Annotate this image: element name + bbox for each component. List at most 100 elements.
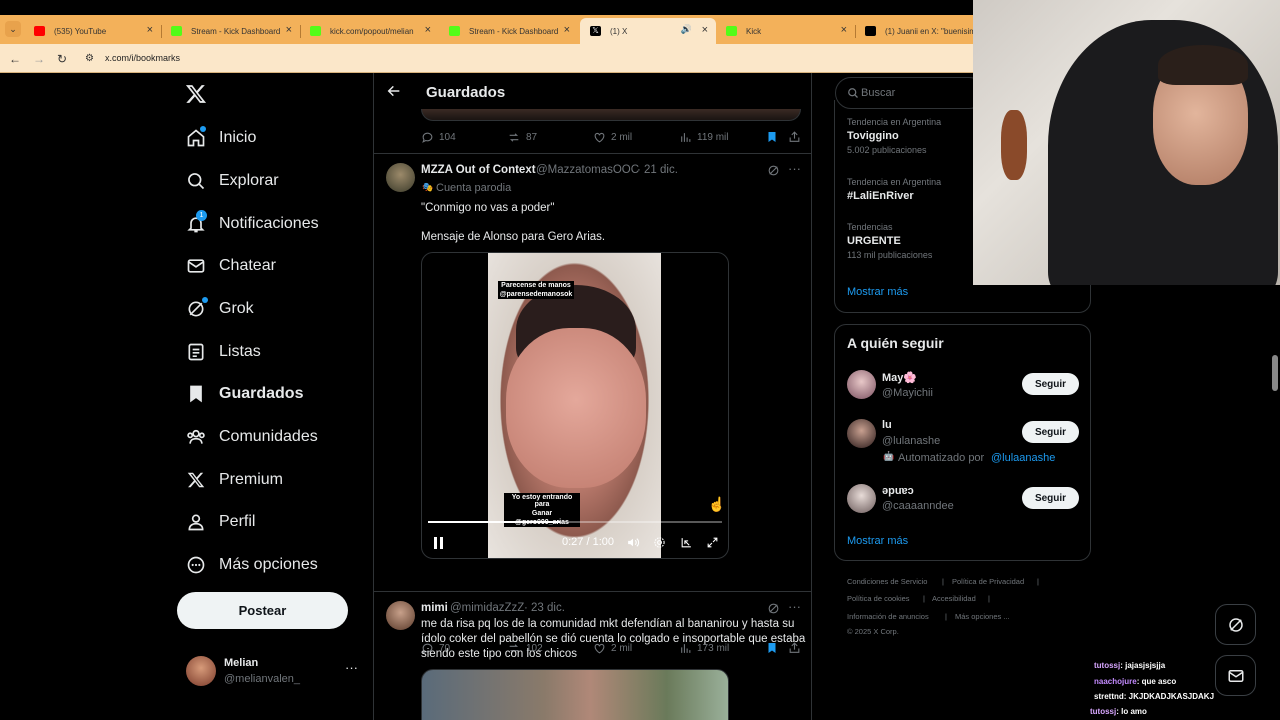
avatar[interactable] (386, 163, 415, 192)
footer-link[interactable]: Accesibilidad (932, 594, 976, 603)
volume-icon[interactable] (626, 536, 640, 549)
reload-icon[interactable]: ↻ (57, 52, 67, 66)
profile-switcher[interactable]: ··· (180, 650, 370, 692)
trend-name: #LaliEnRiver (847, 190, 914, 202)
show-more-link[interactable]: Mostrar más (847, 286, 908, 298)
more-dots-icon[interactable]: ··· (788, 161, 801, 176)
nav-item-explorar[interactable]: Explorar (185, 166, 279, 196)
browser-tab[interactable]: Stream - Kick Dashboard × (161, 18, 301, 44)
footer-link[interactable]: Más opciones ... (955, 612, 1010, 621)
settings-icon[interactable] (653, 536, 666, 549)
avatar[interactable] (847, 484, 876, 513)
pip-icon[interactable] (680, 536, 693, 549)
site-info-icon[interactable]: ⚙ (85, 53, 94, 64)
footer-copyright: © 2025 X Corp. (847, 627, 899, 636)
tweet-date[interactable]: · 23 dic. (524, 602, 565, 614)
video-progress-track[interactable] (428, 521, 722, 523)
share-icon[interactable] (788, 130, 806, 144)
nav-label: Guardados (219, 385, 304, 402)
avatar[interactable] (847, 370, 876, 399)
close-tab-icon[interactable]: × (841, 24, 847, 36)
views-button[interactable]: 119 mil (679, 131, 729, 144)
back-arrow-icon[interactable]: ← (9, 52, 21, 66)
close-tab-icon[interactable]: × (564, 24, 570, 36)
nav-item-comunidades[interactable]: Comunidades (185, 422, 318, 452)
grok-fab[interactable] (1215, 604, 1256, 645)
browser-tab[interactable]: (1) Juanii en X: "buenisim (855, 18, 973, 44)
follow-user-name[interactable]: lu (882, 419, 892, 431)
tweet-media[interactable] (421, 669, 729, 720)
repost-button[interactable]: 87 (507, 131, 537, 144)
grok-icon[interactable] (767, 164, 780, 177)
back-arrow-icon[interactable] (386, 83, 402, 99)
bookmark-icon[interactable] (766, 130, 783, 144)
more-dots-icon[interactable]: ··· (788, 599, 801, 614)
browser-tab[interactable]: kick.com/popout/melian × (300, 18, 439, 44)
close-tab-icon[interactable]: × (147, 24, 153, 36)
footer-link[interactable]: Política de cookies (847, 594, 910, 603)
nav-item-perfil[interactable]: Perfil (185, 507, 255, 537)
browser-tab-active[interactable]: 𝕏 (1) X 🔊 × (580, 18, 716, 44)
messages-fab[interactable] (1215, 655, 1256, 696)
previous-post-media[interactable] (421, 109, 801, 121)
like-button[interactable]: 2 mil (593, 131, 632, 144)
nav-item-guardados[interactable]: Guardados (185, 379, 303, 409)
footer-link[interactable]: Información de anuncios (847, 612, 929, 621)
fullscreen-icon[interactable] (706, 536, 719, 549)
follow-user-handle[interactable]: @caaaanndee (882, 500, 954, 512)
tab-list-button[interactable]: ⌄ (5, 21, 21, 37)
chat-text: : jajasjsjsjja (1120, 661, 1166, 670)
close-tab-icon[interactable]: × (286, 24, 292, 36)
tweet-card[interactable]: mimi @mimidazZzZ · 23 dic. ··· me da ris… (374, 592, 811, 720)
nav-item-notificaciones[interactable]: Notificaciones 1 (185, 209, 319, 239)
tweet-date[interactable]: · 21 dic. (637, 164, 678, 176)
pause-icon[interactable] (434, 537, 444, 549)
nav-item-mas-opciones[interactable]: Más opciones (185, 550, 318, 580)
footer-link[interactable]: Política de Privacidad (952, 577, 1024, 586)
nav-item-inicio[interactable]: Inicio (185, 123, 256, 153)
forward-arrow-icon[interactable]: → (33, 52, 45, 66)
follow-button[interactable]: Seguir (1022, 373, 1079, 395)
browser-tab[interactable]: Kick × (716, 18, 856, 44)
page-scrollbar[interactable] (1272, 355, 1278, 391)
nav-item-listas[interactable]: Listas (185, 337, 261, 367)
grok-icon[interactable] (767, 602, 780, 615)
tab-label: (535) YouTube (54, 26, 107, 36)
follow-user-handle[interactable]: @lulanashe (882, 435, 940, 447)
post-button[interactable]: Postear (177, 592, 348, 629)
trend-item[interactable]: Tendencias URGENTE 113 mil publicaciones (847, 222, 932, 260)
automated-by-link[interactable]: @lulaanashe (991, 452, 1055, 464)
search-icon (847, 87, 859, 99)
x-logo-icon[interactable] (185, 83, 207, 105)
url-text[interactable]: x.com/i/bookmarks (105, 53, 180, 63)
speaker-icon[interactable]: 🔊 (681, 24, 692, 35)
more-dots-icon: ··· (345, 660, 358, 675)
follow-user-handle[interactable]: @Mayichii (882, 387, 933, 399)
follow-user-name[interactable]: ǝpuɐɔ (882, 485, 914, 497)
nav-item-chatear[interactable]: Chatear (185, 251, 276, 281)
close-tab-icon[interactable]: × (702, 24, 708, 36)
tweet-card[interactable]: MZZA Out of Context @MazzatomasOOC · 21 … (374, 154, 811, 654)
nav-item-premium[interactable]: Premium (185, 465, 283, 495)
tweet-author-handle[interactable]: @MazzatomasOOC (536, 164, 639, 176)
reply-button[interactable]: 104 (421, 131, 456, 144)
tweet-author-name[interactable]: MZZA Out of Context (421, 164, 536, 176)
avatar[interactable] (386, 601, 415, 630)
close-tab-icon[interactable]: × (425, 24, 431, 36)
tab-label: kick.com/popout/melian (330, 26, 414, 36)
footer-link[interactable]: Condiciones de Servicio (847, 577, 927, 586)
follow-button[interactable]: Seguir (1022, 421, 1079, 443)
show-more-link[interactable]: Mostrar más (847, 535, 908, 547)
browser-tab[interactable]: Stream - Kick Dashboard × (439, 18, 578, 44)
trend-item[interactable]: Tendencia en Argentina #LaliEnRiver (847, 177, 941, 202)
video-player[interactable]: Parecense de manos @parensedemanosok Yo … (421, 252, 729, 559)
tweet-author-name[interactable]: mimi (421, 602, 448, 614)
chat-user: tutossj (1090, 707, 1117, 716)
nav-item-grok[interactable]: Grok (185, 294, 254, 324)
browser-tab[interactable]: (535) YouTube × (24, 18, 162, 44)
avatar[interactable] (847, 419, 876, 448)
follow-user-name[interactable]: May🌸 (882, 371, 917, 384)
trend-item[interactable]: Tendencia en Argentina Toviggino 5.002 p… (847, 117, 941, 155)
tweet-author-handle[interactable]: @mimidazZzZ (450, 602, 524, 614)
follow-button[interactable]: Seguir (1022, 487, 1079, 509)
